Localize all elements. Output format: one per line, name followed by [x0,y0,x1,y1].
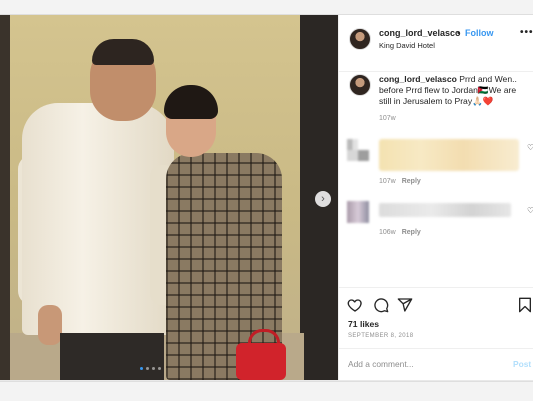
location-link[interactable]: King David Hotel [379,41,435,50]
post-caption: cong_lord_velasco Prrd and Wen.. before … [379,74,527,107]
comment-text-blurred [379,203,511,217]
comment-timestamp[interactable]: 107w [379,178,396,185]
avatar[interactable] [349,74,371,96]
caption-timestamp[interactable]: 107w [379,115,396,122]
commenter-avatar-blurred[interactable] [347,139,369,161]
likes-count[interactable]: 71 likes [348,319,379,329]
comment-reply-button[interactable]: Reply [402,178,421,185]
post-actions: 71 likes SEPTEMBER 8, 2018 Add a comment… [339,287,533,381]
commenter-avatar-blurred[interactable] [347,201,369,223]
heart-icon[interactable] [347,297,363,313]
comment-like-heart-icon[interactable]: ♡ [527,206,533,215]
photo-person-legs [60,333,164,380]
instagram-post: › cong_lord_velasco • Follow King David … [0,15,533,380]
separator-dot: • [457,28,461,38]
photo-handbag [236,343,286,380]
more-options-icon[interactable]: ••• [520,27,533,38]
page-top-bar [0,0,533,15]
carousel-indicator [140,367,161,370]
avatar[interactable] [349,28,371,50]
caption-username[interactable]: cong_lord_velasco [379,74,457,84]
carousel-next-button[interactable]: › [315,191,331,207]
follow-button[interactable]: Follow [465,28,494,38]
comment-meta: 106w Reply [379,229,421,236]
page-bottom-bar [0,381,533,401]
photo-person-hand [38,305,62,345]
comment-meta: 107w Reply [379,178,421,185]
comment-icon[interactable] [373,297,389,313]
add-comment-input[interactable]: Add a comment... [348,359,414,369]
share-icon[interactable] [397,297,413,313]
carousel-dot [140,367,143,370]
author-username[interactable]: cong_lord_velasco [379,28,461,38]
carousel-dot [158,367,161,370]
bookmark-icon[interactable] [517,297,533,313]
post-header: cong_lord_velasco • Follow King David Ho… [339,15,533,72]
carousel-dot [146,367,149,370]
post-sidebar: cong_lord_velasco • Follow King David Ho… [338,15,533,380]
comment-like-heart-icon[interactable]: ♡ [527,143,533,152]
photo-person-hair [92,39,154,65]
post-photo[interactable]: › [0,15,338,380]
comment-reply-button[interactable]: Reply [402,229,421,236]
comment-timestamp[interactable]: 106w [379,229,396,236]
post-comment-button[interactable]: Post [513,359,531,369]
comment-text-blurred [379,139,519,171]
add-comment-row: Add a comment... Post [339,348,533,382]
carousel-dot [152,367,155,370]
chevron-right-icon: › [321,192,325,205]
post-date[interactable]: SEPTEMBER 8, 2018 [348,333,414,339]
